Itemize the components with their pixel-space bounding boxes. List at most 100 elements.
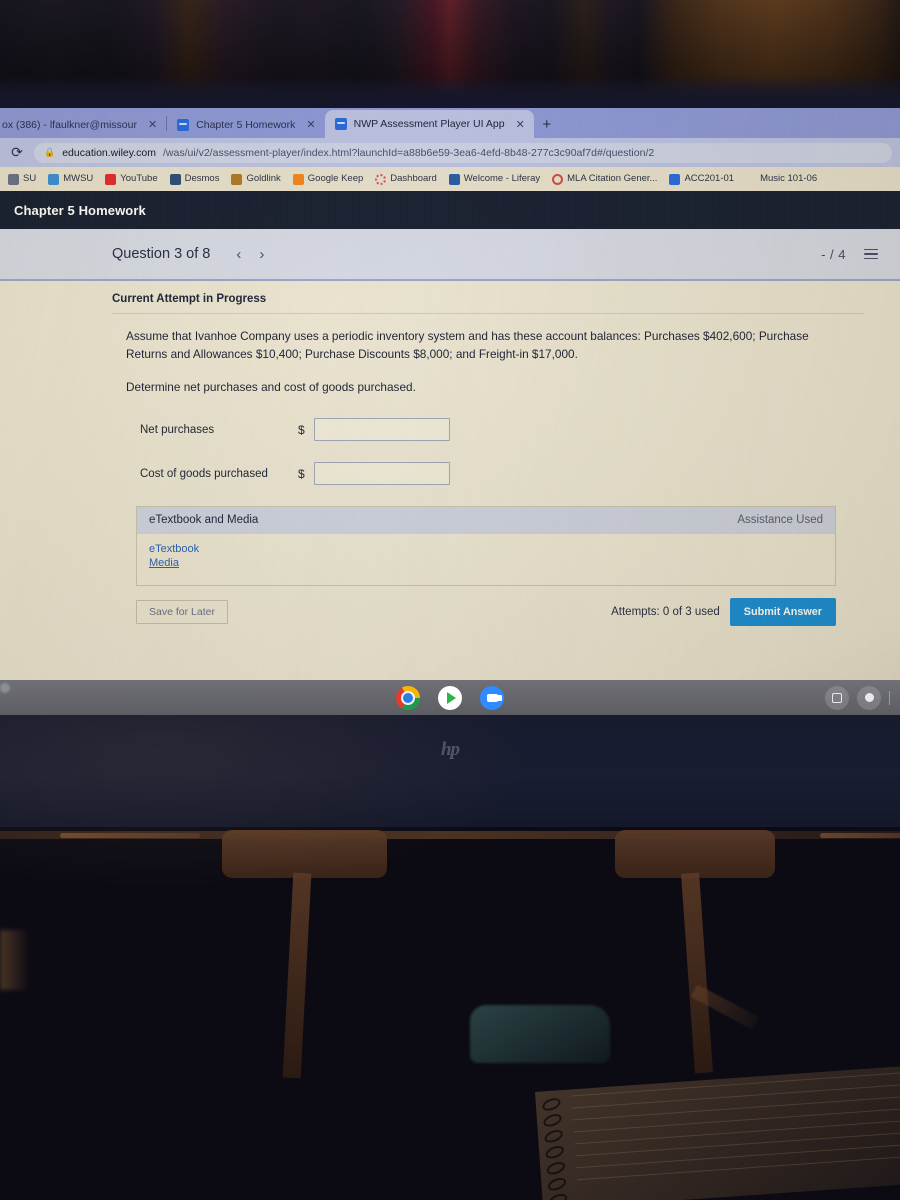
etextbook-panel-title: eTextbook and Media bbox=[149, 514, 259, 527]
bookmark-favicon bbox=[292, 173, 304, 185]
bookmark-item[interactable]: Dashboard bbox=[370, 169, 441, 189]
room-background-top bbox=[0, 0, 900, 108]
browser-tab-nwp-assessment-player[interactable]: NWP Assessment Player UI App ✕ bbox=[324, 110, 534, 138]
wiley-favicon bbox=[177, 118, 190, 131]
bookmark-label: SU bbox=[23, 173, 37, 185]
question-list-icon[interactable] bbox=[864, 248, 878, 260]
bookmark-label: MWSU bbox=[63, 173, 94, 185]
url-path: /was/ui/v2/assessment-player/index.html?… bbox=[163, 146, 655, 159]
action-row: Save for Later Attempts: 0 of 3 used Sub… bbox=[136, 597, 836, 626]
question-toolbar: Question 3 of 8 ‹ › - / 4 bbox=[0, 229, 900, 281]
question-counter: Question 3 of 8 bbox=[112, 246, 211, 262]
bookmark-item[interactable]: MWSU bbox=[43, 169, 98, 189]
currency-symbol: $ bbox=[298, 466, 305, 481]
next-question-icon[interactable]: › bbox=[259, 247, 264, 262]
browser-tab-inbox[interactable]: ox (386) - lfaulkner@missour ✕ bbox=[0, 111, 166, 138]
answer-fields: Net purchases $ Cost of goods purchased … bbox=[112, 396, 864, 486]
bookmark-label: Music 101-06 bbox=[760, 173, 818, 185]
laptop-screen: ox (386) - lfaulkner@missour ✕ Chapter 5… bbox=[0, 108, 900, 680]
status-area-icon[interactable] bbox=[857, 685, 881, 710]
bookmark-favicon bbox=[231, 173, 243, 185]
shelf-app-icons bbox=[0, 685, 900, 710]
browser-tab-chapter-5-homework[interactable]: Chapter 5 Homework ✕ bbox=[167, 111, 324, 138]
answer-row-cost-of-goods-purchased: Cost of goods purchased $ bbox=[140, 462, 864, 486]
bookmark-label: ACC201-01 bbox=[684, 173, 735, 185]
bookmark-favicon bbox=[169, 173, 181, 185]
bookmark-label: Welcome - Liferay bbox=[463, 173, 541, 185]
app-header: Chapter 5 Homework bbox=[0, 191, 900, 229]
bookmark-label: Google Keep bbox=[307, 173, 364, 185]
tab-label: NWP Assessment Player UI App bbox=[353, 118, 505, 130]
field-label: Net purchases bbox=[140, 423, 215, 436]
shelf-system-tray bbox=[825, 685, 890, 710]
previous-question-icon[interactable]: ‹ bbox=[236, 247, 241, 262]
address-bar[interactable]: 🔒 education.wiley.com/was/ui/v2/assessme… bbox=[34, 142, 892, 163]
chrome-icon[interactable] bbox=[396, 685, 420, 710]
bookmark-item[interactable]: Welcome - Liferay bbox=[444, 169, 545, 189]
bookmark-item[interactable]: Music 101-06 bbox=[755, 169, 822, 189]
bookmark-favicon bbox=[8, 173, 19, 185]
bookmark-label: MLA Citation Gener... bbox=[567, 173, 658, 185]
etextbook-and-media-panel: eTextbook and Media Assistance Used eTex… bbox=[136, 505, 836, 586]
bookmark-favicon bbox=[105, 173, 117, 185]
save-for-later-button[interactable]: Save for Later bbox=[136, 599, 228, 624]
light-sliver bbox=[0, 930, 30, 990]
assistance-used-label: Assistance Used bbox=[737, 514, 823, 527]
question-paragraph-2: Determine net purchases and cost of good… bbox=[126, 379, 416, 394]
notebook-spiral bbox=[540, 1095, 576, 1200]
bookmark-label: Goldlink bbox=[246, 173, 281, 185]
tab-label: Chapter 5 Homework bbox=[196, 118, 296, 131]
browser-tab-strip: ox (386) - lfaulkner@missour ✕ Chapter 5… bbox=[0, 108, 900, 138]
page-title: Chapter 5 Homework bbox=[14, 202, 146, 218]
bookmark-item[interactable]: SU bbox=[3, 169, 41, 189]
screen-edge-glint bbox=[0, 683, 10, 693]
close-icon[interactable]: ✕ bbox=[306, 118, 315, 131]
bookmark-label: Dashboard bbox=[390, 173, 437, 185]
close-icon[interactable]: ✕ bbox=[148, 118, 157, 131]
question-navigation: ‹ › bbox=[236, 247, 264, 262]
attempts-counter: Attempts: 0 of 3 used bbox=[611, 605, 720, 618]
notebook-ruled-lines bbox=[571, 1072, 900, 1200]
submit-answer-button[interactable]: Submit Answer bbox=[729, 597, 836, 626]
bookmark-favicon bbox=[669, 173, 681, 185]
field-label: Cost of goods purchased bbox=[140, 467, 268, 480]
zoom-icon[interactable] bbox=[480, 685, 504, 710]
etextbook-panel-header[interactable]: eTextbook and Media Assistance Used bbox=[137, 506, 835, 534]
question-body: Current Attempt in Progress Assume that … bbox=[0, 281, 900, 680]
etextbook-link[interactable]: eTextbook bbox=[149, 543, 199, 555]
bookmark-label: Desmos bbox=[184, 173, 220, 185]
tab-label: ox (386) - lfaulkner@missour bbox=[2, 118, 137, 131]
bookmark-item[interactable]: MLA Citation Gener... bbox=[547, 169, 662, 189]
close-icon[interactable]: ✕ bbox=[516, 118, 525, 131]
new-tab-button[interactable]: + bbox=[534, 111, 560, 138]
tray-divider bbox=[889, 690, 890, 705]
wiley-favicon bbox=[334, 118, 347, 130]
bookmark-favicon bbox=[375, 173, 387, 185]
bookmark-item[interactable]: ACC201-01 bbox=[664, 169, 739, 189]
omnibox-row: ⟳ 🔒 education.wiley.com/was/ui/v2/assess… bbox=[0, 138, 900, 167]
play-store-icon[interactable] bbox=[438, 685, 462, 710]
score-display: - / 4 bbox=[821, 246, 846, 262]
net-purchases-input[interactable] bbox=[314, 418, 450, 442]
bookmark-favicon bbox=[448, 173, 460, 185]
bookmark-label: YouTube bbox=[120, 173, 158, 185]
question-prompt: Assume that Ivanhoe Company uses a perio… bbox=[112, 314, 828, 396]
chromeos-shelf bbox=[0, 680, 900, 715]
content-column: Current Attempt in Progress Assume that … bbox=[112, 281, 864, 626]
bookmark-item[interactable]: YouTube bbox=[100, 169, 162, 189]
stapler bbox=[470, 1005, 610, 1063]
cost-of-goods-purchased-input[interactable] bbox=[314, 462, 450, 486]
etextbook-panel-body: eTextbook Media bbox=[137, 534, 835, 585]
bookmarks-bar: SU MWSU YouTube Desmos Goldlink Google K… bbox=[0, 167, 900, 191]
lock-icon: 🔒 bbox=[44, 147, 56, 157]
reload-icon[interactable]: ⟳ bbox=[8, 144, 26, 162]
bookmark-item[interactable]: Goldlink bbox=[226, 169, 285, 189]
bookmark-item[interactable]: Desmos bbox=[165, 169, 225, 189]
media-link[interactable]: Media bbox=[149, 557, 179, 569]
screen-capture-icon[interactable] bbox=[825, 685, 849, 710]
question-paragraph-1: Assume that Ivanhoe Company uses a perio… bbox=[126, 329, 809, 362]
attempt-status: Current Attempt in Progress bbox=[112, 281, 864, 314]
bookmark-item[interactable]: Google Keep bbox=[288, 169, 368, 189]
bookmark-favicon bbox=[48, 173, 60, 185]
url-host: education.wiley.com bbox=[62, 146, 156, 159]
